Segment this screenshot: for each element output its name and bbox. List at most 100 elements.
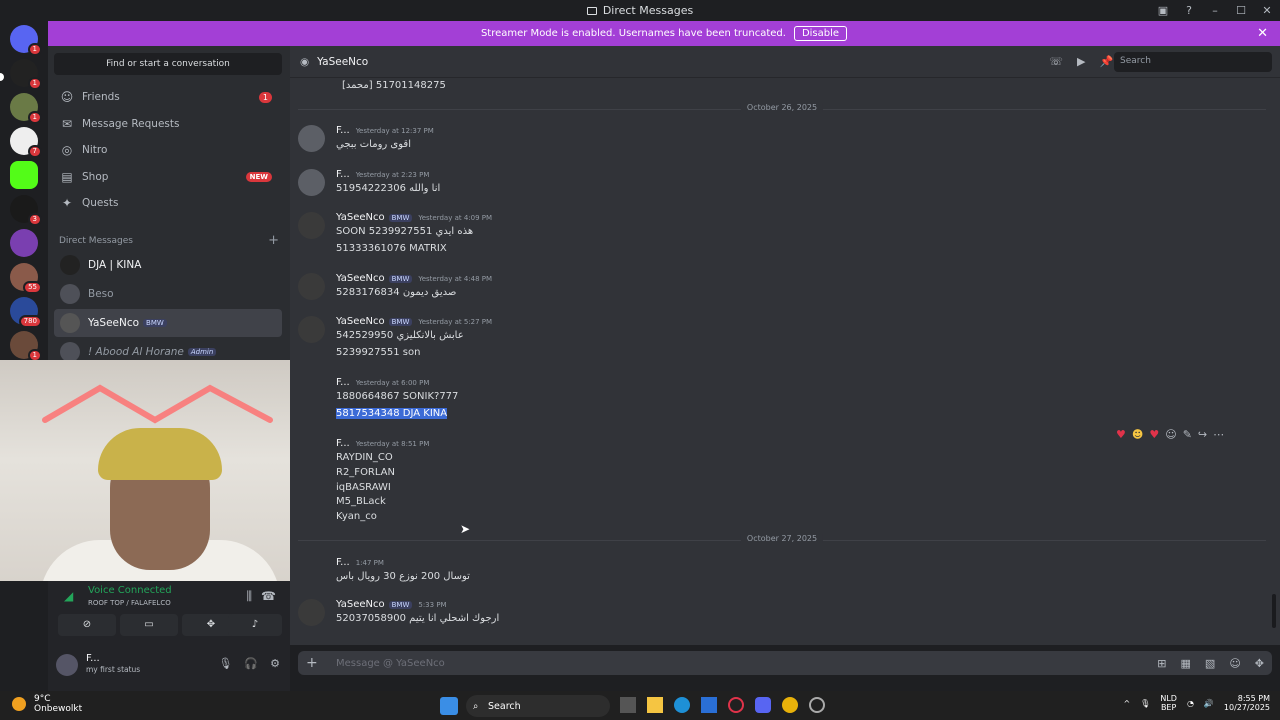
more-icon[interactable]: ⋯: [1213, 428, 1224, 441]
start-icon[interactable]: [440, 697, 458, 715]
help-icon[interactable]: ?: [1176, 4, 1202, 17]
maximize-icon[interactable]: ☐: [1228, 4, 1254, 17]
avatar[interactable]: [298, 273, 325, 300]
avatar[interactable]: [298, 212, 325, 239]
search-input[interactable]: Search: [1114, 52, 1272, 72]
inbox-icon: [586, 6, 597, 15]
close-icon[interactable]: ✕: [1254, 4, 1280, 17]
server-icon[interactable]: [10, 161, 38, 189]
soundboard-button[interactable]: ♪: [228, 614, 282, 636]
author[interactable]: YaSeeNco: [336, 273, 385, 284]
edge-icon[interactable]: [674, 697, 690, 713]
webcam-overlay: [0, 360, 324, 581]
avatar[interactable]: [298, 316, 325, 343]
file-explorer-icon[interactable]: [647, 697, 663, 713]
wifi-icon[interactable]: ◔: [1187, 699, 1194, 708]
server-icon[interactable]: 1: [10, 59, 42, 90]
opera-icon[interactable]: [728, 697, 744, 713]
scrollbar[interactable]: [1272, 594, 1276, 628]
avatar[interactable]: [56, 654, 78, 676]
avatar: [60, 284, 80, 304]
chevron-up-icon[interactable]: ^: [1123, 699, 1130, 708]
headphones-icon[interactable]: 🎧: [244, 657, 258, 670]
inbox-button-icon[interactable]: ▣: [1150, 4, 1176, 17]
settings-gear-icon[interactable]: ⚙: [270, 657, 280, 670]
app-icon[interactable]: [809, 697, 825, 713]
avatar[interactable]: [298, 599, 325, 626]
microphone-icon[interactable]: 🎙: [218, 657, 232, 670]
user-panel: F... my first status 🎙 🎧 ⚙: [48, 645, 290, 691]
emoji-icon[interactable]: ☺: [1229, 657, 1240, 670]
screen-share-button[interactable]: ▭: [120, 614, 178, 636]
voice-channel: ROOF TOP / FALAFELCO: [88, 599, 171, 607]
gift-icon[interactable]: ⊞: [1157, 657, 1166, 670]
author[interactable]: F...: [336, 169, 350, 180]
add-reaction-icon[interactable]: ☺: [1165, 428, 1176, 441]
server-icon[interactable]: 780: [10, 297, 42, 328]
author[interactable]: F...: [336, 557, 350, 568]
attach-plus-icon[interactable]: +: [306, 655, 318, 671]
edit-icon[interactable]: ✎: [1183, 428, 1192, 441]
author[interactable]: YaSeeNco: [336, 599, 385, 610]
chrome-icon[interactable]: [782, 697, 798, 713]
disable-button[interactable]: Disable: [793, 26, 848, 41]
author[interactable]: YaSeeNco: [336, 212, 385, 223]
gif-icon[interactable]: ▦: [1181, 657, 1191, 670]
forward-icon[interactable]: ↪: [1198, 428, 1207, 441]
dm-item[interactable]: DJA | KINA: [54, 251, 282, 279]
streamer-mode-banner: Streamer Mode is enabled. Usernames have…: [48, 21, 1280, 46]
date-divider: October 27, 2025: [298, 534, 1266, 543]
create-dm-icon[interactable]: +: [268, 233, 279, 248]
taskbar-search[interactable]: ⌕ Search: [466, 695, 610, 717]
avatar[interactable]: [298, 125, 325, 152]
server-list: 1 1 1 7 3 55 780 1: [0, 21, 48, 691]
username: F...: [86, 653, 100, 664]
discord-icon[interactable]: [755, 697, 771, 713]
signal-icon: ◢: [64, 589, 74, 603]
server-icon[interactable]: 3: [10, 195, 42, 226]
camera-off-icon: ⊘: [82, 619, 92, 630]
title-bar: Direct Messages ▣ ? – ☐ ✕: [0, 0, 1280, 21]
custom-status: my first status: [86, 665, 141, 674]
message-input[interactable]: + Message @ YaSeeNco ⊞ ▦ ▧ ☺ ✥: [298, 651, 1272, 675]
nav-shop[interactable]: ▤ Shop NEW: [54, 164, 282, 190]
close-banner-icon[interactable]: ✕: [1257, 26, 1268, 41]
author[interactable]: YaSeeNco: [336, 316, 385, 327]
volume-icon[interactable]: 🔊: [1204, 699, 1214, 708]
server-icon[interactable]: [10, 229, 38, 257]
server-icon[interactable]: 1: [10, 331, 42, 362]
noise-icon[interactable]: ⫼: [246, 589, 252, 604]
message-actions: ♥ ☻ ♥ ☺ ✎ ↪ ⋯: [1116, 424, 1224, 444]
nav-message-requests[interactable]: ✉ Message Requests: [54, 111, 282, 137]
nav-friends[interactable]: ☺ Friends 1: [54, 84, 282, 110]
shop-icon: ▤: [61, 170, 73, 184]
minimize-icon[interactable]: –: [1202, 4, 1228, 17]
author[interactable]: F...: [336, 438, 350, 449]
task-view-icon[interactable]: [620, 697, 636, 713]
sticker-icon[interactable]: ▧: [1205, 657, 1215, 670]
nav-nitro[interactable]: ◎ Nitro: [54, 137, 282, 163]
microphone-tray-icon[interactable]: 🎙: [1140, 699, 1150, 708]
nav-quests[interactable]: ✦ Quests: [54, 190, 282, 216]
weather-widget[interactable]: 9°C Onbewolkt: [12, 694, 82, 714]
server-icon[interactable]: 55: [10, 263, 42, 294]
server-icon[interactable]: 1: [10, 93, 42, 124]
heart-reaction-icon[interactable]: ♥: [1116, 428, 1126, 441]
server-icon[interactable]: 7: [10, 127, 42, 158]
heart-reaction-icon[interactable]: ♥: [1149, 428, 1159, 441]
discord-home-button[interactable]: 1: [10, 25, 42, 56]
author[interactable]: F...: [336, 377, 350, 388]
find-conversation-button[interactable]: Find or start a conversation: [54, 53, 282, 75]
avatar[interactable]: [298, 169, 325, 196]
call-icon[interactable]: ☏: [1049, 55, 1063, 68]
camera-button[interactable]: ⊘: [58, 614, 116, 636]
author[interactable]: F...: [336, 125, 350, 136]
apps-icon[interactable]: ✥: [1255, 657, 1264, 670]
dm-item[interactable]: Beso: [54, 280, 282, 308]
dm-item-active[interactable]: YaSeeNco BMW: [54, 309, 282, 337]
video-icon[interactable]: ▶: [1077, 55, 1085, 68]
store-icon[interactable]: [701, 697, 717, 713]
disconnect-icon[interactable]: ☎: [261, 589, 276, 603]
laugh-reaction-icon[interactable]: ☻: [1132, 428, 1143, 441]
pin-icon[interactable]: 📌: [1099, 55, 1113, 68]
